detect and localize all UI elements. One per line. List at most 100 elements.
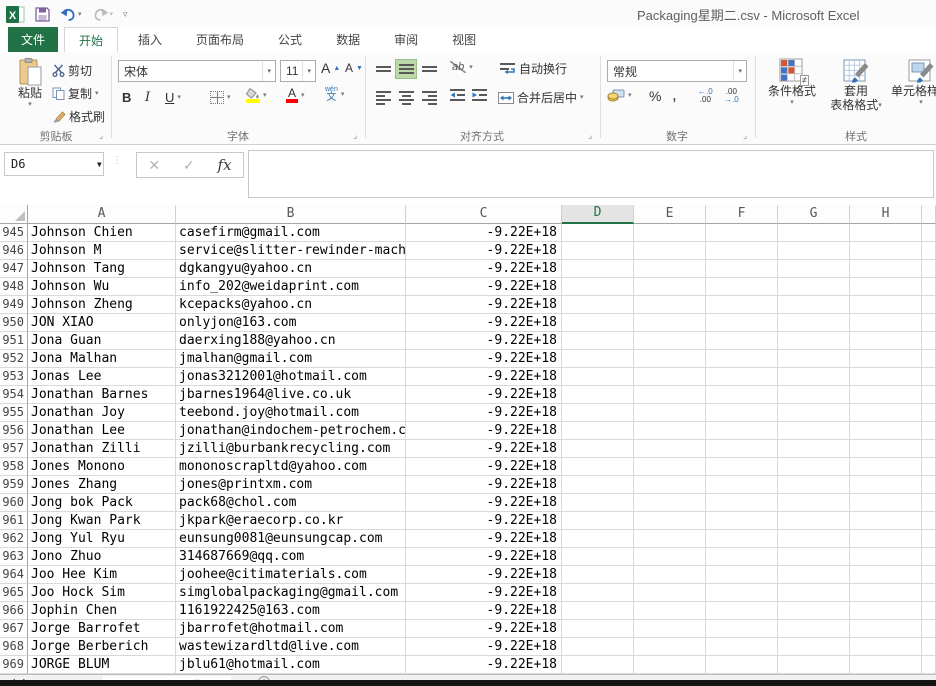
cell[interactable]: -9.22E+18: [406, 314, 562, 332]
cell[interactable]: Johnson Chien: [28, 224, 176, 242]
cell[interactable]: Jonathan Zilli: [28, 440, 176, 458]
cell[interactable]: JORGE BLUM: [28, 656, 176, 674]
copy-button[interactable]: 复制 ▾: [52, 85, 99, 102]
cell[interactable]: [706, 494, 778, 512]
cell[interactable]: [706, 386, 778, 404]
font-color-button[interactable]: A ▾: [286, 87, 305, 103]
cell[interactable]: [778, 368, 850, 386]
row-header[interactable]: 954: [0, 386, 28, 404]
paste-dropdown-icon[interactable]: ▾: [28, 101, 32, 108]
orientation-dropdown-icon[interactable]: ▾: [469, 64, 473, 71]
align-center-button[interactable]: [395, 88, 417, 108]
cell[interactable]: [562, 656, 634, 674]
font-name-dropdown-icon[interactable]: ▾: [262, 61, 275, 81]
phonetic-guide-button[interactable]: wén 文 ▾: [325, 86, 344, 103]
undo-dropdown-icon[interactable]: ▾: [78, 11, 82, 18]
cell[interactable]: Jona Guan: [28, 332, 176, 350]
cell[interactable]: [706, 566, 778, 584]
cell[interactable]: Jong Kwan Park: [28, 512, 176, 530]
name-box-dropdown-icon[interactable]: ▾: [96, 157, 103, 171]
row-header[interactable]: 946: [0, 242, 28, 260]
cell[interactable]: service@slitter-rewinder-mach: [176, 242, 406, 260]
cell[interactable]: [634, 494, 706, 512]
row-header[interactable]: 965: [0, 584, 28, 602]
cell[interactable]: jbarnes1964@live.co.uk: [176, 386, 406, 404]
align-right-button[interactable]: [418, 88, 440, 108]
cell[interactable]: [850, 620, 922, 638]
cell[interactable]: [778, 602, 850, 620]
cell[interactable]: Johnson Tang: [28, 260, 176, 278]
tab-file[interactable]: 文件: [8, 27, 58, 52]
formula-input[interactable]: [248, 150, 934, 198]
cell[interactable]: [562, 314, 634, 332]
merge-center-dropdown-icon[interactable]: ▾: [580, 94, 584, 101]
formula-bar-splitter[interactable]: ⋮: [112, 155, 122, 166]
font-color-dropdown-icon[interactable]: ▾: [301, 92, 305, 99]
cell[interactable]: [850, 494, 922, 512]
row-header[interactable]: 968: [0, 638, 28, 656]
cell[interactable]: [706, 350, 778, 368]
column-header-h[interactable]: H: [850, 205, 922, 224]
cell[interactable]: -9.22E+18: [406, 368, 562, 386]
cell[interactable]: -9.22E+18: [406, 296, 562, 314]
row-header[interactable]: 964: [0, 566, 28, 584]
row-header[interactable]: 956: [0, 422, 28, 440]
cell[interactable]: [562, 440, 634, 458]
cell[interactable]: [562, 296, 634, 314]
cell[interactable]: [562, 368, 634, 386]
font-name-combo[interactable]: 宋体 ▾: [118, 60, 276, 82]
cell[interactable]: -9.22E+18: [406, 404, 562, 422]
cell[interactable]: [706, 260, 778, 278]
cell[interactable]: [778, 530, 850, 548]
tab-formulas[interactable]: 公式: [264, 27, 316, 52]
cell[interactable]: [850, 368, 922, 386]
cell[interactable]: [850, 566, 922, 584]
cell[interactable]: jkpark@eraecorp.co.kr: [176, 512, 406, 530]
cell[interactable]: -9.22E+18: [406, 332, 562, 350]
cell[interactable]: [634, 386, 706, 404]
format-as-table-dropdown-icon[interactable]: ▾: [878, 102, 882, 109]
cell[interactable]: -9.22E+18: [406, 386, 562, 404]
decrease-indent-button[interactable]: [450, 89, 465, 101]
cell[interactable]: [634, 566, 706, 584]
row-header[interactable]: 957: [0, 440, 28, 458]
cell[interactable]: Jong bok Pack: [28, 494, 176, 512]
cell[interactable]: [850, 332, 922, 350]
cancel-icon[interactable]: ✕: [148, 157, 160, 174]
cell[interactable]: Jona Malhan: [28, 350, 176, 368]
undo-icon[interactable]: ▾: [60, 7, 82, 21]
cell[interactable]: Jones Monono: [28, 458, 176, 476]
row-header[interactable]: 952: [0, 350, 28, 368]
cell[interactable]: [778, 422, 850, 440]
cell[interactable]: [706, 476, 778, 494]
cell[interactable]: [634, 332, 706, 350]
cell[interactable]: [562, 350, 634, 368]
cell[interactable]: [706, 620, 778, 638]
cell[interactable]: Jong Yul Ryu: [28, 530, 176, 548]
select-all-corner[interactable]: [0, 205, 28, 224]
row-header[interactable]: 966: [0, 602, 28, 620]
cell[interactable]: [634, 350, 706, 368]
cell[interactable]: [850, 476, 922, 494]
cell[interactable]: jzilli@burbankrecycling.com: [176, 440, 406, 458]
cell[interactable]: [562, 476, 634, 494]
tab-review[interactable]: 审阅: [380, 27, 432, 52]
cell[interactable]: [706, 584, 778, 602]
cell[interactable]: [706, 512, 778, 530]
cell[interactable]: [850, 242, 922, 260]
comma-style-button[interactable]: ,: [672, 85, 677, 105]
number-format-combo[interactable]: 常规 ▾: [607, 60, 747, 82]
cell[interactable]: [562, 242, 634, 260]
tab-home[interactable]: 开始: [64, 27, 118, 52]
cell[interactable]: [562, 620, 634, 638]
cell[interactable]: [778, 332, 850, 350]
cell[interactable]: [562, 458, 634, 476]
font-dialog-launcher-icon[interactable]: ⌟: [353, 130, 357, 141]
cell[interactable]: [778, 512, 850, 530]
cell[interactable]: [778, 638, 850, 656]
column-header-a[interactable]: A: [28, 205, 176, 224]
cell[interactable]: [850, 296, 922, 314]
cell[interactable]: [778, 476, 850, 494]
cell[interactable]: [562, 584, 634, 602]
cell[interactable]: -9.22E+18: [406, 494, 562, 512]
